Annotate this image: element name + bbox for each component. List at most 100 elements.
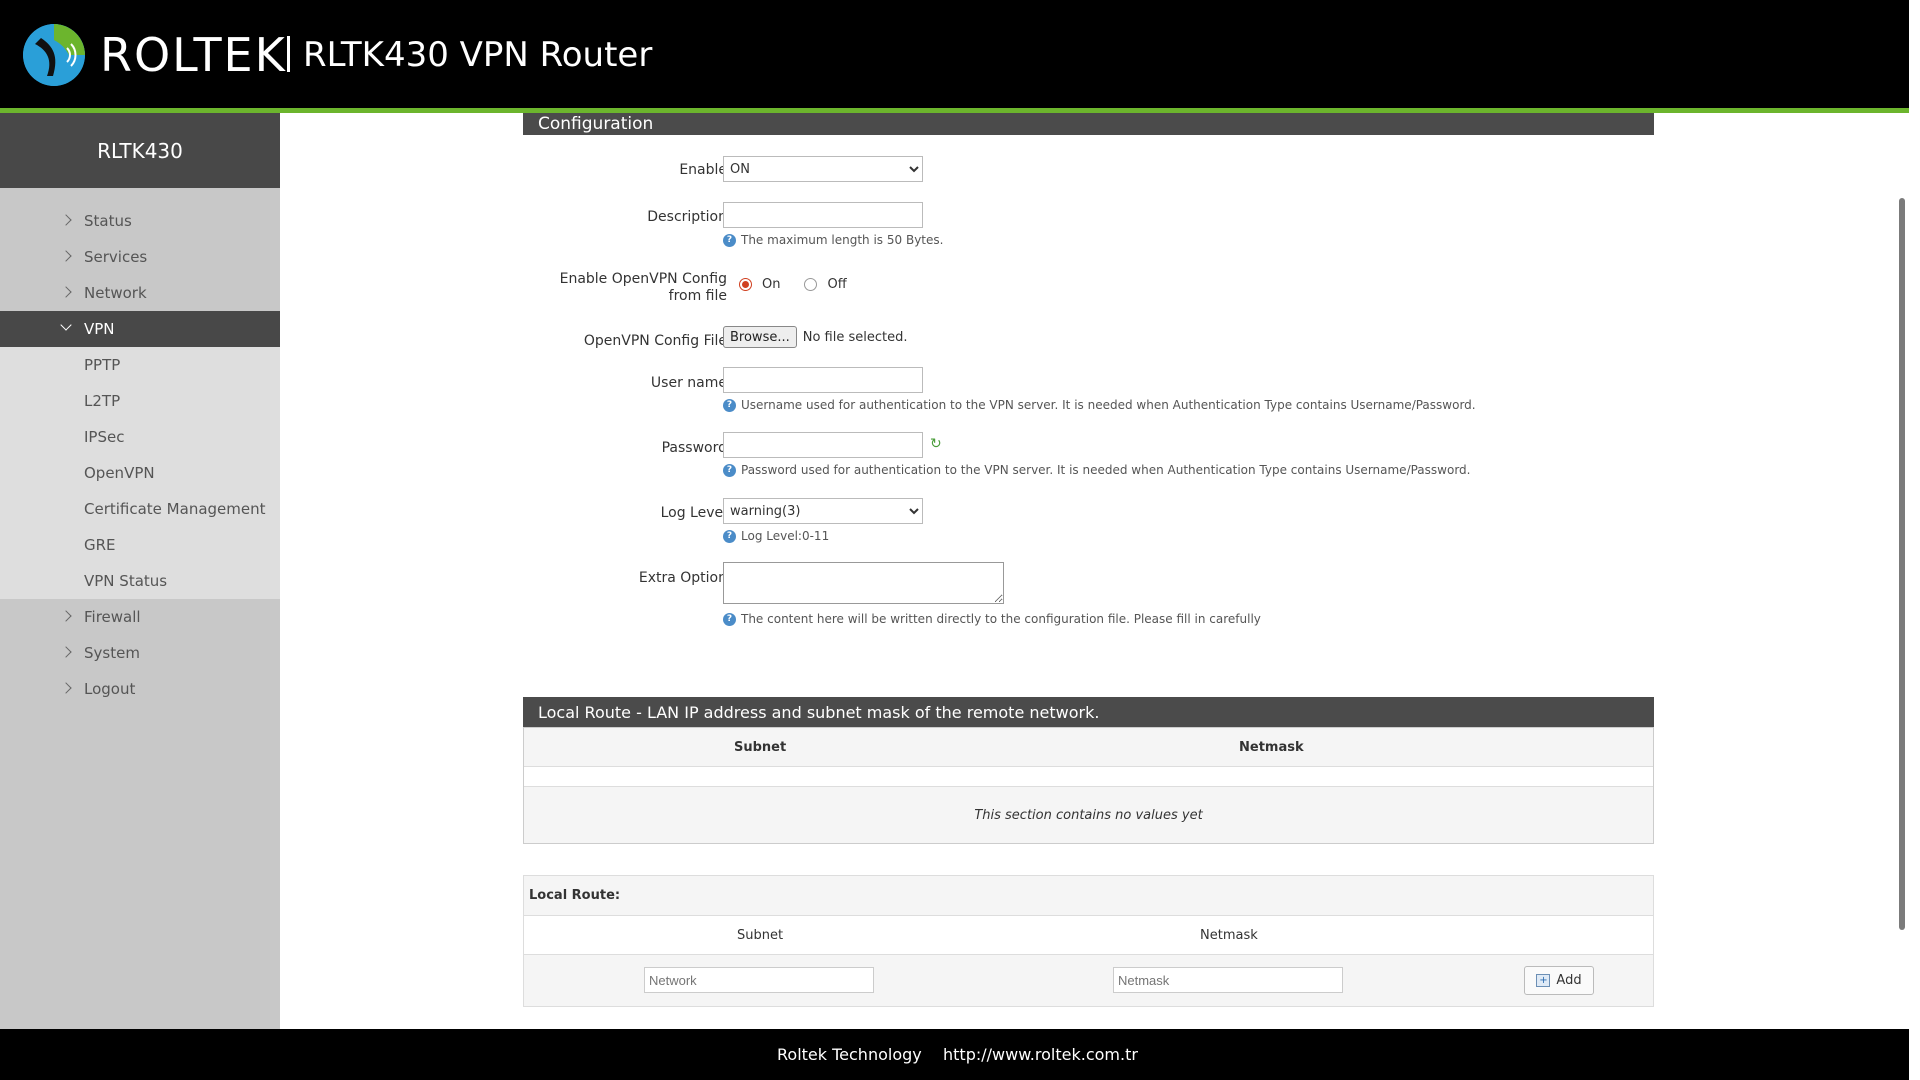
sidebar-subitem-label: IPSec xyxy=(84,428,125,446)
help-icon: ? xyxy=(723,233,736,247)
sidebar-subitem-label: PPTP xyxy=(84,356,121,374)
password-hint: ? Password used for authentication to th… xyxy=(723,463,1470,477)
sidebar-subitem-pptp[interactable]: PPTP xyxy=(0,347,280,383)
extra-option-textarea[interactable] xyxy=(723,562,1004,604)
sidebar-item-system[interactable]: System xyxy=(0,635,280,671)
sidebar-subitem-gre[interactable]: GRE xyxy=(0,527,280,563)
product-name: RLTK430 VPN Router xyxy=(303,35,653,75)
brand-name: ROLTEK xyxy=(100,28,287,82)
sidebar-subitem-label: GRE xyxy=(84,536,116,554)
footer-company: Roltek Technology xyxy=(777,1045,922,1064)
sidebar-subitem-label: Certificate Management xyxy=(84,500,266,518)
brand-separator xyxy=(287,36,290,72)
main-content: Configuration Enable ON Description ? Th… xyxy=(523,113,1654,1007)
sidebar-subitem-ipsec[interactable]: IPSec xyxy=(0,419,280,455)
sidebar-item-label: Logout xyxy=(84,680,136,698)
sidebar-item-services[interactable]: Services xyxy=(0,239,280,275)
username-hint-text: Username used for authentication to the … xyxy=(741,398,1476,412)
roltek-logo-icon xyxy=(23,24,85,86)
username-label: User name xyxy=(650,375,727,391)
sidebar-menu: Status Services Network VPN PPTP L2TP IP… xyxy=(0,203,280,707)
add-col-netmask: Netmask xyxy=(1200,928,1258,943)
loglevel-label: Log Level xyxy=(660,505,727,521)
add-icon: + xyxy=(1536,974,1551,987)
chevron-right-icon xyxy=(60,286,72,298)
radio-off[interactable]: Off xyxy=(804,277,847,292)
sidebar-item-status[interactable]: Status xyxy=(0,203,280,239)
col-netmask-header: Netmask xyxy=(1239,740,1304,755)
local-route-add-panel: Local Route: Subnet Netmask + Add xyxy=(523,875,1654,1007)
help-icon: ? xyxy=(723,612,736,626)
help-icon: ? xyxy=(723,398,736,412)
description-hint: ? The maximum length is 50 Bytes. xyxy=(723,233,943,247)
scrollbar-thumb[interactable] xyxy=(1899,198,1905,930)
sidebar: RLTK430 Status Services Network VPN PPTP… xyxy=(0,113,280,1029)
sidebar-item-logout[interactable]: Logout xyxy=(0,671,280,707)
username-input[interactable] xyxy=(723,367,923,393)
username-hint: ? Username used for authentication to th… xyxy=(723,398,1476,412)
sidebar-item-network[interactable]: Network xyxy=(0,275,280,311)
sidebar-item-label: Status xyxy=(84,212,132,230)
sidebar-subitem-l2tp[interactable]: L2TP xyxy=(0,383,280,419)
sidebar-item-label: VPN xyxy=(84,320,115,338)
radio-on-indicator xyxy=(739,278,752,291)
enable-select[interactable]: ON xyxy=(723,156,923,182)
network-input[interactable] xyxy=(644,967,874,993)
chevron-right-icon xyxy=(60,250,72,262)
header: ROLTEK RLTK430 VPN Router xyxy=(0,0,1909,113)
radio-off-indicator xyxy=(804,278,818,291)
local-route-add-inputs: + Add xyxy=(524,955,1653,1006)
password-label: Password xyxy=(661,440,727,456)
loglevel-hint: ? Log Level:0-11 xyxy=(723,529,829,543)
footer-url-link[interactable]: http://www.roltek.com.tr xyxy=(943,1045,1138,1064)
sidebar-item-label: Services xyxy=(84,248,148,266)
sidebar-subitem-openvpn[interactable]: OpenVPN xyxy=(0,455,280,491)
sidebar-subitem-label: L2TP xyxy=(84,392,121,410)
chevron-right-icon xyxy=(60,646,72,658)
radio-on[interactable]: On xyxy=(739,277,780,292)
extra-option-label: Extra Option xyxy=(638,570,727,586)
chevron-right-icon xyxy=(60,610,72,622)
help-icon: ? xyxy=(723,463,736,477)
add-route-button-label: Add xyxy=(1556,973,1582,988)
config-file-label: OpenVPN Config File xyxy=(583,333,727,349)
sidebar-subitem-certificate-management[interactable]: Certificate Management xyxy=(0,491,280,527)
config-file-input[interactable]: Browse... No file selected. xyxy=(723,326,953,348)
local-route-add-columns: Subnet Netmask xyxy=(524,916,1653,955)
password-input[interactable] xyxy=(723,432,923,458)
description-input[interactable] xyxy=(723,202,923,228)
extra-option-hint: ? The content here will be written direc… xyxy=(723,612,1261,626)
sidebar-item-firewall[interactable]: Firewall xyxy=(0,599,280,635)
local-route-table: Subnet Netmask This section contains no … xyxy=(523,727,1654,844)
description-label: Description xyxy=(647,209,727,225)
local-route-add-title: Local Route: xyxy=(524,876,1653,916)
radio-on-label: On xyxy=(762,277,781,292)
help-icon: ? xyxy=(723,529,736,543)
reveal-password-icon[interactable]: ↻ xyxy=(930,437,943,451)
chevron-down-icon xyxy=(60,319,72,331)
vpn-submenu: PPTP L2TP IPSec OpenVPN Certificate Mana… xyxy=(0,347,280,599)
ovpn-from-file-label: Enable OpenVPN Config from file xyxy=(559,271,727,304)
col-subnet-header: Subnet xyxy=(734,740,787,755)
configuration-section-header: Configuration xyxy=(523,113,1654,135)
sidebar-title: RLTK430 xyxy=(0,113,280,188)
radio-off-label: Off xyxy=(827,277,847,292)
sidebar-subitem-label: OpenVPN xyxy=(84,464,155,482)
local-route-table-header: Subnet Netmask xyxy=(524,728,1653,767)
loglevel-select[interactable]: warning(3) xyxy=(723,498,923,524)
table-spacer-row xyxy=(524,767,1653,787)
add-route-button[interactable]: + Add xyxy=(1524,966,1594,995)
page-scrollbar[interactable] xyxy=(1909,0,1920,1080)
browse-button[interactable]: Browse... xyxy=(723,326,797,348)
local-route-section-header: Local Route - LAN IP address and subnet … xyxy=(523,697,1654,727)
netmask-input[interactable] xyxy=(1113,967,1343,993)
sidebar-item-vpn[interactable]: VPN xyxy=(0,311,280,347)
sidebar-subitem-label: VPN Status xyxy=(84,572,168,590)
add-col-subnet: Subnet xyxy=(737,928,784,943)
chevron-right-icon xyxy=(60,214,72,226)
empty-message: This section contains no values yet xyxy=(524,787,1653,843)
sidebar-item-label: Network xyxy=(84,284,147,302)
description-hint-text: The maximum length is 50 Bytes. xyxy=(741,233,944,247)
sidebar-subitem-vpn-status[interactable]: VPN Status xyxy=(0,563,280,599)
password-hint-text: Password used for authentication to the … xyxy=(741,463,1471,477)
